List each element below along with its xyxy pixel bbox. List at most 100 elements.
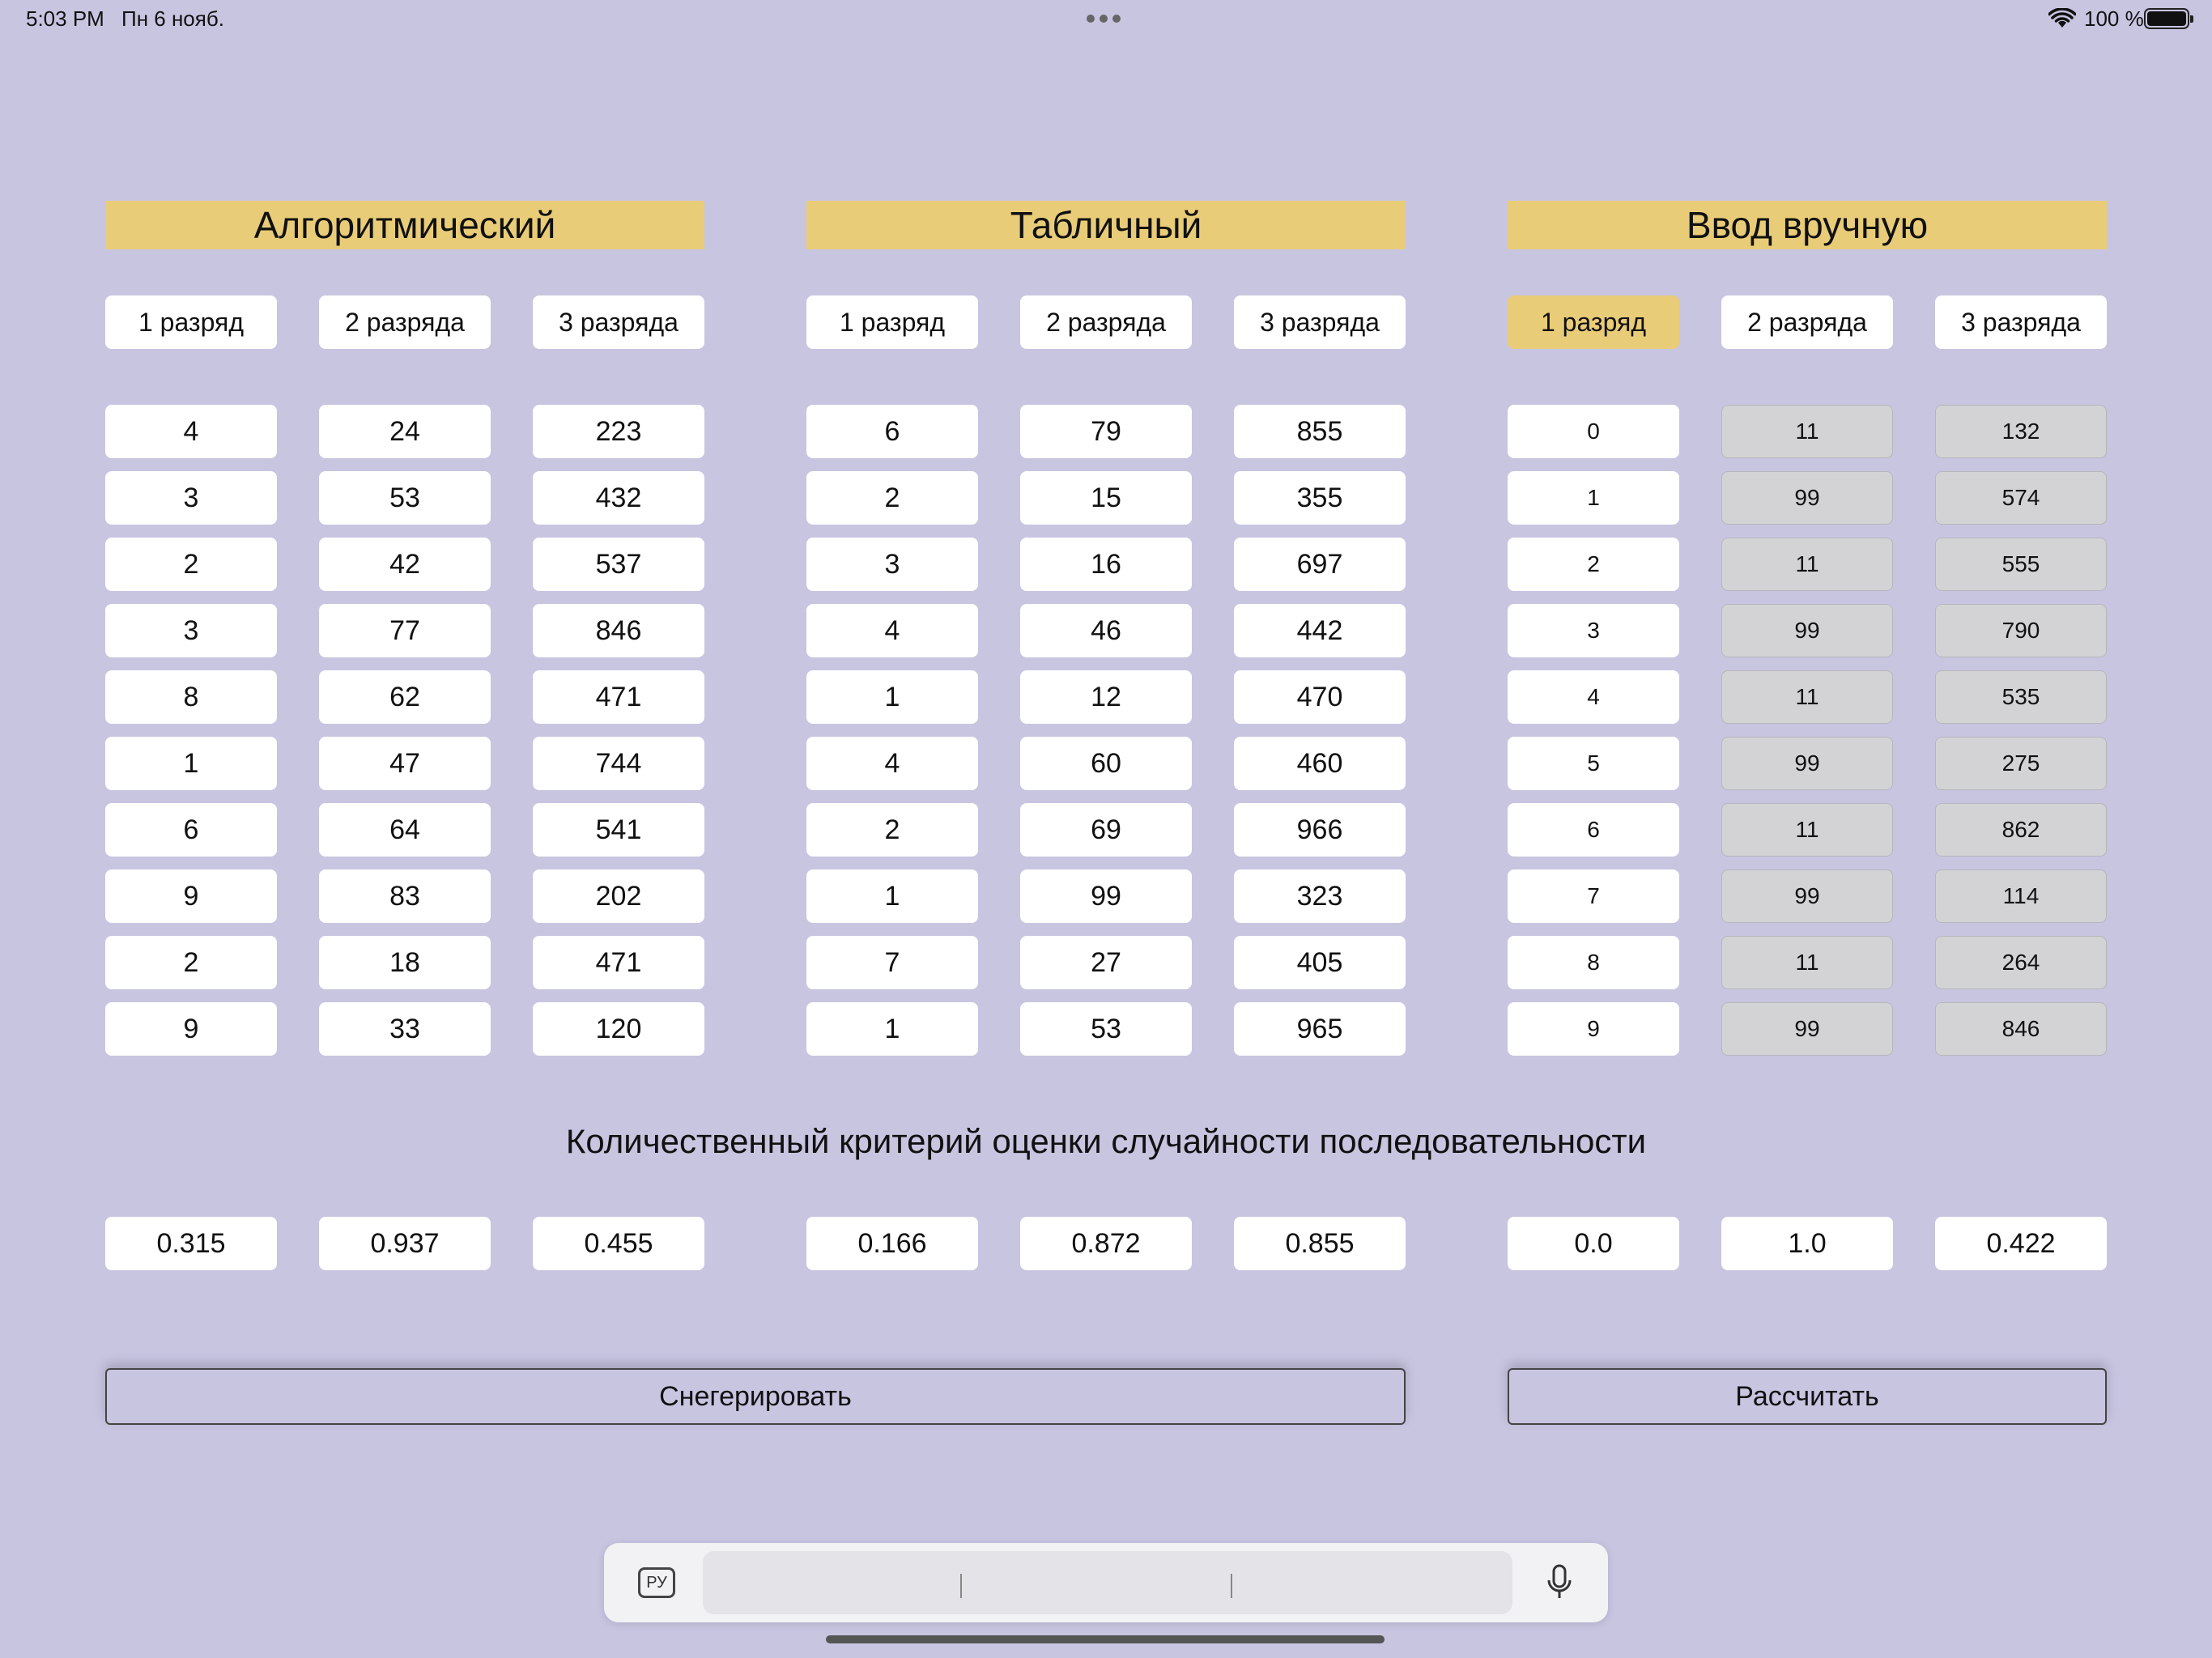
tab-3-digits-algorithmic[interactable]: 3 разряда [533, 295, 704, 349]
criterion-value: 0.166 [806, 1217, 978, 1270]
value-cell: 8 [105, 670, 277, 724]
value-cell: 9 [105, 869, 277, 923]
value-cell: 83 [319, 869, 491, 923]
section-manual-title: Ввод вручную [1508, 201, 2107, 249]
generate-button[interactable]: Снегерировать [105, 1368, 1406, 1425]
value-cell: 1 [806, 670, 978, 724]
value-cell: 471 [533, 670, 704, 724]
status-date: Пн 6 нояб. [121, 6, 224, 31]
value-cell[interactable]: 790 [1935, 604, 2107, 657]
section-algorithmic-title: Алгоритмический [105, 201, 704, 249]
calculate-button[interactable]: Рассчитать [1508, 1368, 2107, 1425]
value-cell: 846 [533, 604, 704, 657]
tab-1-digit-manual[interactable]: 1 разряд [1508, 295, 1679, 349]
value-cell: 46 [1020, 604, 1192, 657]
value-cell[interactable]: 11 [1721, 405, 1893, 458]
value-cell: 7 [806, 936, 978, 989]
value-cell: 537 [533, 538, 704, 591]
multitasking-dots-icon[interactable] [1087, 15, 1121, 23]
tab-3-digits-manual[interactable]: 3 разряда [1935, 295, 2107, 349]
microphone-icon[interactable] [1543, 1562, 1576, 1603]
value-cell: 1 [105, 737, 277, 790]
value-cell: 15 [1020, 471, 1192, 525]
value-cell[interactable]: 99 [1721, 471, 1893, 525]
value-cell[interactable]: 132 [1935, 405, 2107, 458]
tab-2-digits-manual[interactable]: 2 разряда [1721, 295, 1893, 349]
value-cell[interactable]: 99 [1721, 604, 1893, 657]
value-cell[interactable]: 555 [1935, 538, 2107, 591]
value-cell[interactable]: 114 [1935, 869, 2107, 923]
value-cell: 53 [319, 471, 491, 525]
battery-icon [2144, 8, 2193, 29]
criterion-value: 0.937 [319, 1217, 491, 1270]
value-cell: 355 [1234, 471, 1406, 525]
value-cell: 470 [1234, 670, 1406, 724]
value-cell[interactable]: 7 [1508, 869, 1679, 923]
value-cell[interactable]: 574 [1935, 471, 2107, 525]
value-cell[interactable]: 3 [1508, 604, 1679, 657]
value-cell: 2 [105, 538, 277, 591]
tab-3-digits-table[interactable]: 3 разряда [1234, 295, 1406, 349]
value-cell: 77 [319, 604, 491, 657]
value-cell: 3 [105, 604, 277, 657]
criterion-value: 0.315 [105, 1217, 277, 1270]
value-cell: 1 [806, 1002, 978, 1056]
value-cell: 69 [1020, 803, 1192, 857]
criterion-value: 0.0 [1508, 1217, 1679, 1270]
criteria-title: Количественный критерий оценки случайнос… [565, 1122, 1647, 1160]
value-cell[interactable]: 11 [1721, 670, 1893, 724]
suggestion-divider [1231, 1574, 1232, 1598]
value-cell: 42 [319, 538, 491, 591]
value-cell: 2 [105, 936, 277, 989]
value-cell[interactable]: 11 [1721, 936, 1893, 989]
suggestion-divider [960, 1574, 962, 1598]
value-cell: 4 [806, 604, 978, 657]
value-cell: 12 [1020, 670, 1192, 724]
value-cell[interactable]: 535 [1935, 670, 2107, 724]
value-cell: 4 [806, 737, 978, 790]
value-cell[interactable]: 2 [1508, 538, 1679, 591]
value-cell: 2 [806, 803, 978, 857]
value-cell[interactable]: 99 [1721, 737, 1893, 790]
tab-2-digits-table[interactable]: 2 разряда [1020, 295, 1192, 349]
value-cell[interactable]: 275 [1935, 737, 2107, 790]
section-table-title: Табличный [806, 201, 1406, 249]
value-cell: 6 [105, 803, 277, 857]
value-cell: 47 [319, 737, 491, 790]
criterion-value: 0.455 [533, 1217, 704, 1270]
value-cell: 3 [105, 471, 277, 525]
value-cell: 223 [533, 405, 704, 458]
tab-2-digits-algorithmic[interactable]: 2 разряда [319, 295, 491, 349]
keyboard-accessory-bar: РУ [604, 1543, 1608, 1622]
value-cell: 6 [806, 405, 978, 458]
battery-percent: 100 % [2084, 6, 2144, 31]
value-cell: 79 [1020, 405, 1192, 458]
value-cell[interactable]: 99 [1721, 869, 1893, 923]
criterion-value: 0.872 [1020, 1217, 1192, 1270]
criterion-value: 0.855 [1234, 1217, 1406, 1270]
value-cell[interactable]: 11 [1721, 803, 1893, 857]
value-cell: 405 [1234, 936, 1406, 989]
value-cell[interactable]: 4 [1508, 670, 1679, 724]
value-cell[interactable]: 99 [1721, 1002, 1893, 1056]
suggestion-bar[interactable] [703, 1551, 1512, 1614]
tab-1-digit-algorithmic[interactable]: 1 разряд [105, 295, 277, 349]
value-cell: 62 [319, 670, 491, 724]
value-cell[interactable]: 264 [1935, 936, 2107, 989]
value-cell[interactable]: 11 [1721, 538, 1893, 591]
value-cell: 697 [1234, 538, 1406, 591]
value-cell[interactable]: 846 [1935, 1002, 2107, 1056]
keyboard-language-button[interactable]: РУ [638, 1567, 675, 1598]
value-cell[interactable]: 1 [1508, 471, 1679, 525]
tab-1-digit-table[interactable]: 1 разряд [806, 295, 978, 349]
value-cell[interactable]: 5 [1508, 737, 1679, 790]
value-cell[interactable]: 9 [1508, 1002, 1679, 1056]
value-cell: 9 [105, 1002, 277, 1056]
value-cell: 460 [1234, 737, 1406, 790]
value-cell[interactable]: 8 [1508, 936, 1679, 989]
value-cell: 1 [806, 869, 978, 923]
value-cell[interactable]: 862 [1935, 803, 2107, 857]
home-indicator[interactable] [826, 1635, 1385, 1643]
value-cell[interactable]: 6 [1508, 803, 1679, 857]
value-cell[interactable]: 0 [1508, 405, 1679, 458]
